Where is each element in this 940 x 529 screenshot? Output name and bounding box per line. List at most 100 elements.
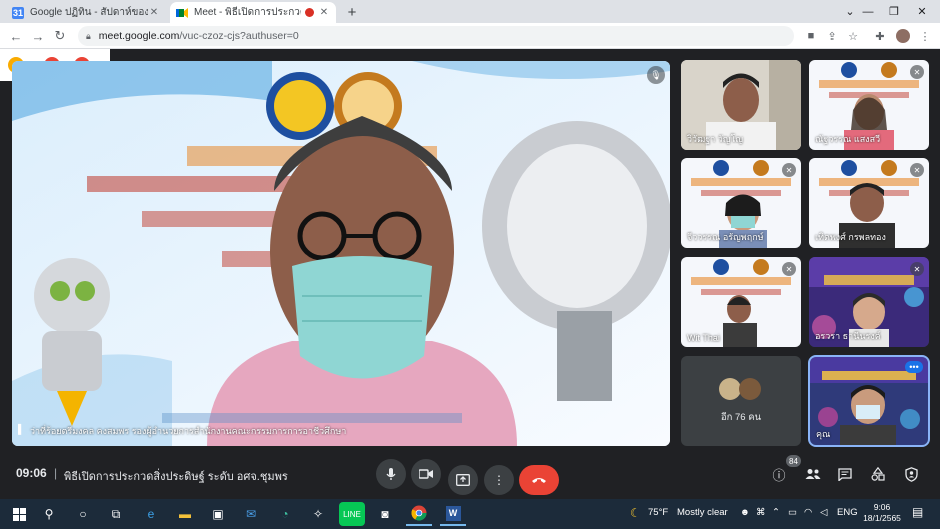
lock-icon: 🔒︎ xyxy=(86,30,91,41)
mic-button[interactable] xyxy=(376,459,406,489)
people-tray-icon[interactable]: ☻ xyxy=(740,507,750,518)
word-icon[interactable]: W xyxy=(440,502,466,526)
edge-legacy-icon[interactable]: e xyxy=(138,502,164,526)
host-controls-icon[interactable] xyxy=(900,463,922,485)
taskbar-time: 9:06 xyxy=(873,502,891,512)
participant-tile[interactable]: ✕ Wit Thai xyxy=(681,257,801,347)
url-path: /vuc-czoz-cjs?authuser=0 xyxy=(179,30,299,42)
close-tab-icon[interactable]: ✕ xyxy=(148,7,160,18)
share-icon[interactable]: ⇪ xyxy=(823,27,841,45)
taskbar-clock[interactable]: 9:06 18/1/2565 xyxy=(862,502,902,524)
show-hidden-icons[interactable]: ⌃ xyxy=(772,507,780,518)
main-speaker-video[interactable] xyxy=(12,61,670,446)
muted-icon: ✕ xyxy=(910,262,924,276)
meeting-clock: 09:06 xyxy=(16,466,47,480)
meeting-details-icon[interactable]: ⓘ xyxy=(768,463,790,485)
language-indicator[interactable]: ENG xyxy=(837,507,858,518)
notifications-icon[interactable]: ▤ xyxy=(912,505,923,519)
chrome-icon[interactable] xyxy=(406,502,432,526)
menu-icon[interactable]: ⋮ xyxy=(916,27,934,45)
video-icon xyxy=(419,469,433,479)
tab-meet[interactable]: Meet - พิธีเปิดการประกวดสิ่งประ ✕ xyxy=(170,2,336,23)
tab-title: Google ปฏิทิน - สัปดาห์ของวันที่ 16 ม xyxy=(30,7,148,18)
participant-name: ณัฐวรรณ แสงสวี xyxy=(815,134,881,144)
weather-temp[interactable]: 75°F xyxy=(648,507,668,518)
star-icon[interactable]: ☆ xyxy=(844,27,862,45)
chat-icon[interactable] xyxy=(834,463,856,485)
more-options-button[interactable]: ⋮ xyxy=(484,465,514,495)
others-label: อีก 76 คน xyxy=(720,412,762,423)
mic-icon xyxy=(386,468,396,480)
reload-button[interactable]: ↻ xyxy=(50,26,70,46)
close-window-button[interactable]: ✕ xyxy=(904,0,940,23)
search-icon[interactable]: ⚲ xyxy=(36,502,62,526)
people-icon[interactable] xyxy=(802,463,824,485)
participant-name: เทิดพงศ์ กรพลทอง xyxy=(815,232,886,242)
avatar xyxy=(719,378,741,400)
participant-name: จีววรรณ อรัญพฤกษ์ xyxy=(687,232,764,242)
others-tile[interactable]: อีก 76 คน xyxy=(681,356,801,446)
divider: | xyxy=(54,466,58,480)
main-speaker-name: ว่าที่ร้อยตรีมงคล คงสมพร รองผู้อำนวยการส… xyxy=(30,426,347,436)
weather-desc[interactable]: Mostly clear xyxy=(677,507,728,518)
tab-strip: 31 Google ปฏิทิน - สัปดาห์ของวันที่ 16 ม… xyxy=(0,0,940,23)
windows-start-icon[interactable] xyxy=(6,502,32,526)
participant-name: Wit Thai xyxy=(687,333,720,343)
address-bar[interactable]: 🔒︎ meet.google.com/vuc-czoz-cjs?authuser… xyxy=(78,26,794,46)
extensions-icon[interactable]: ✚ xyxy=(871,27,889,45)
participant-count-badge: 84 xyxy=(786,455,801,467)
muted-icon: ✕ xyxy=(910,65,924,79)
weather-icon: ☾ xyxy=(630,506,641,520)
present-icon xyxy=(456,474,470,486)
new-tab-button[interactable]: + xyxy=(343,3,361,21)
forward-button[interactable]: → xyxy=(28,26,48,46)
taskbar-date: 18/1/2565 xyxy=(863,513,901,523)
hangup-icon xyxy=(532,478,546,483)
muted-icon: ✕ xyxy=(782,262,796,276)
task-view-icon[interactable]: ⧉ xyxy=(103,502,129,526)
more-options-icon[interactable]: ••• xyxy=(905,361,923,373)
mail-icon[interactable]: ✉ xyxy=(238,502,264,526)
participant-tile[interactable]: ✕ ณัฐวรรณ แสงสวี xyxy=(809,60,929,150)
tab-title: Meet - พิธีเปิดการประกวดสิ่งประ xyxy=(194,7,301,18)
muted-icon: ✕ xyxy=(782,163,796,177)
participant-tile[interactable]: ✕ จีววรรณ อรัญพฤกษ์ xyxy=(681,158,801,248)
participant-tile[interactable]: ✕ เทิดพงศ์ กรพลทอง xyxy=(809,158,929,248)
activities-icon[interactable] xyxy=(867,463,889,485)
speaker-muted-icon: 🎙︎ xyxy=(647,66,665,84)
close-tab-icon[interactable]: ✕ xyxy=(318,7,330,18)
camera-button[interactable] xyxy=(411,459,441,489)
line-icon[interactable]: LINE xyxy=(339,502,365,526)
avatar xyxy=(739,378,761,400)
cortana-icon[interactable]: ○ xyxy=(70,502,96,526)
present-button[interactable] xyxy=(448,465,478,495)
app-icon[interactable]: ✧ xyxy=(305,502,331,526)
self-tile[interactable]: ••• คุณ xyxy=(808,355,930,447)
tray-app-icon[interactable]: ⌘ xyxy=(756,507,766,518)
avatar[interactable] xyxy=(894,27,912,45)
url-host: meet.google.com xyxy=(98,30,180,42)
participant-tile[interactable]: ✕ อรวรา ธานีนรงค์ xyxy=(809,257,929,347)
tab-calendar[interactable]: 31 Google ปฏิทิน - สัปดาห์ของวันที่ 16 ม… xyxy=(6,2,166,23)
camera-icon[interactable]: ■ xyxy=(802,27,820,45)
volume-icon[interactable]: ◁ xyxy=(820,507,827,518)
battery-icon[interactable]: ▭ xyxy=(788,507,797,518)
wifi-icon[interactable]: ◠ xyxy=(804,507,812,518)
muted-icon: ✕ xyxy=(910,163,924,177)
participant-tile[interactable]: วิวัฒฐา วัญโญ xyxy=(681,60,801,150)
store-icon[interactable]: ▣ xyxy=(205,502,231,526)
camera-app-icon[interactable]: ◙ xyxy=(372,502,398,526)
participant-name: วิวัฒฐา วัญโญ xyxy=(687,134,743,144)
leave-call-button[interactable] xyxy=(519,465,559,495)
participant-name: อรวรา ธานีนรงค์ xyxy=(815,331,881,341)
calendar-icon: 31 xyxy=(12,6,24,19)
edge-icon[interactable]: ◔ xyxy=(272,502,298,526)
meet-icon xyxy=(176,7,188,19)
back-button[interactable]: ← xyxy=(6,26,26,46)
speaker-video-frame xyxy=(12,61,670,446)
file-explorer-icon[interactable]: ▬ xyxy=(172,502,198,526)
recording-icon xyxy=(305,8,314,17)
browser-toolbar: ← → ↻ 🔒︎ meet.google.com/vuc-czoz-cjs?au… xyxy=(0,23,940,49)
meeting-title: พิธีเปิดการประกวดสิ่งประดิษฐ์ ระดับ อศจ.… xyxy=(64,471,288,483)
self-label: คุณ xyxy=(816,429,831,439)
